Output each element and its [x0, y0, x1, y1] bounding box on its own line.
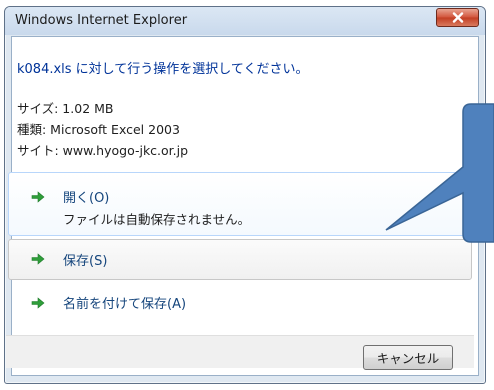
callout-annotation	[385, 103, 494, 243]
